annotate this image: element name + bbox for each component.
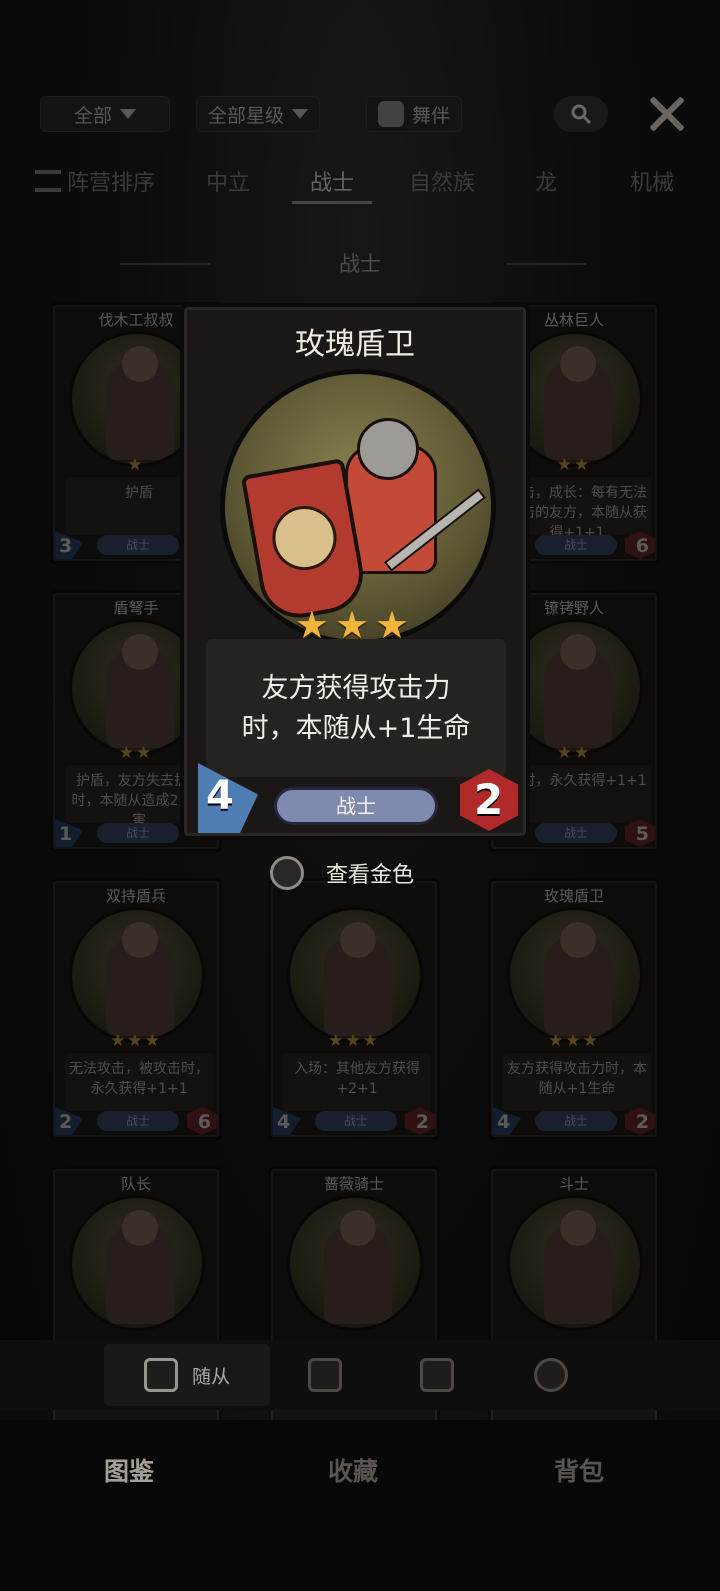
spell-cards-icon [308,1358,342,1392]
card-detail-attack: 4 [206,773,234,819]
main-tab-backpack[interactable]: 背包 [554,1452,604,1488]
card-detail-health: 2 [474,775,504,824]
desc-line-1: 友方获得攻击力 [261,673,451,704]
main-tab-collection[interactable]: 收藏 [328,1452,378,1488]
radio-icon[interactable] [270,856,304,890]
desc-line-2: 时，本随从+1生命 [241,713,471,744]
trinket-cards-icon [420,1358,454,1392]
knight-helmet [357,418,419,480]
sub-tab-spells[interactable] [308,1344,342,1406]
view-golden-label: 查看金色 [326,863,415,888]
minion-cards-icon [144,1358,178,1392]
card-detail: 玫瑰盾卫 ★★★ 友方获得攻击力 时，本随从+1生命 4 战士 2 [180,303,530,840]
rose-emblem-icon [267,500,342,576]
card-detail-name: 玫瑰盾卫 [295,327,415,362]
sub-tab-minions[interactable]: 随从 [104,1344,271,1406]
view-golden-toggle[interactable]: 查看金色 [270,848,470,898]
main-tab-bar [0,1420,720,1591]
card-detail-tribe: 战士 [274,787,438,825]
sub-tab-trinkets[interactable] [420,1344,454,1406]
hero-icon [534,1358,568,1392]
main-tab-codex[interactable]: 图鉴 [104,1452,154,1488]
sub-tab-heroes[interactable] [534,1344,568,1406]
sub-tab-label: 随从 [192,1365,231,1388]
card-detail-desc: 友方获得攻击力 时，本随从+1生命 [206,669,506,749]
